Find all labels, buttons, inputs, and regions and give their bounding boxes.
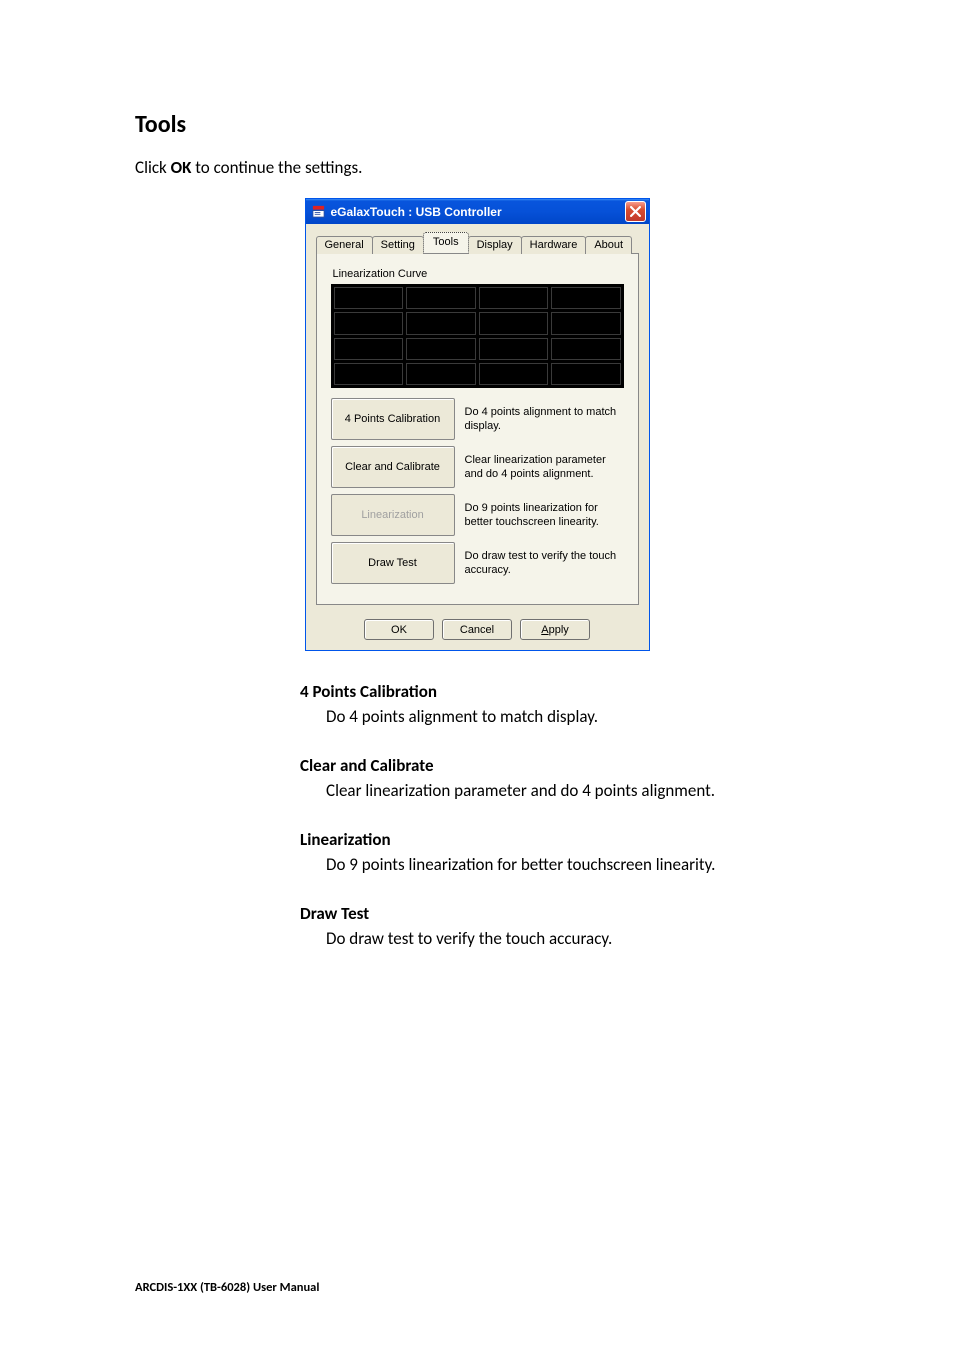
tab-setting[interactable]: Setting: [372, 236, 424, 254]
ok-button[interactable]: OK: [364, 619, 434, 640]
four-points-calibration-desc: Do 4 points alignment to match display.: [455, 398, 624, 440]
dialog-title: eGalaxTouch : USB Controller: [331, 205, 625, 219]
linearization-curve-label: Linearization Curve: [333, 268, 626, 280]
curve-cell: [406, 312, 476, 334]
linearization-curve-grid: [331, 284, 624, 388]
curve-cell: [551, 363, 621, 385]
tab-about[interactable]: About: [585, 236, 632, 254]
explain-title-4points: 4 Points Calibration: [300, 681, 819, 702]
curve-cell: [479, 312, 549, 334]
curve-cell: [551, 338, 621, 360]
tab-general[interactable]: General: [316, 236, 373, 254]
dialog-window: eGalaxTouch : USB Controller General Set…: [305, 198, 650, 651]
four-points-calibration-button[interactable]: 4 Points Calibration: [331, 398, 455, 440]
tab-display[interactable]: Display: [468, 236, 522, 254]
curve-cell: [479, 363, 549, 385]
curve-cell: [406, 338, 476, 360]
apply-rest: pply: [549, 624, 569, 636]
app-icon: [311, 204, 326, 219]
curve-cell: [406, 363, 476, 385]
curve-cell: [406, 287, 476, 309]
explain-desc-clear: Clear linearization parameter and do 4 p…: [326, 780, 819, 801]
draw-test-desc: Do draw test to verify the touch accurac…: [455, 542, 624, 584]
draw-test-button[interactable]: Draw Test: [331, 542, 455, 584]
clear-and-calibrate-button[interactable]: Clear and Calibrate: [331, 446, 455, 488]
apply-button[interactable]: Apply: [520, 619, 590, 640]
tab-tools[interactable]: Tools: [423, 232, 469, 253]
explain-desc-drawtest: Do draw test to verify the touch accurac…: [326, 928, 819, 949]
explain-title-clear: Clear and Calibrate: [300, 755, 819, 776]
section-heading: Tools: [135, 110, 819, 139]
intro-text-pre: Click: [135, 157, 171, 178]
intro-paragraph: Click OK to continue the settings.: [135, 157, 819, 178]
curve-cell: [334, 287, 404, 309]
clear-and-calibrate-desc: Clear linearization parameter and do 4 p…: [455, 446, 624, 488]
explain-desc-linearization: Do 9 points linearization for better tou…: [326, 854, 819, 875]
page-footer: ARCDIS-1XX (TB-6028) User Manual: [135, 1280, 319, 1295]
close-button[interactable]: [625, 201, 646, 222]
linearization-button: Linearization: [331, 494, 455, 536]
curve-cell: [334, 312, 404, 334]
intro-text-post: to continue the settings.: [191, 157, 362, 178]
explain-title-linearization: Linearization: [300, 829, 819, 850]
cancel-button[interactable]: Cancel: [442, 619, 512, 640]
linearization-desc: Do 9 points linearization for better tou…: [455, 494, 624, 536]
curve-cell: [334, 338, 404, 360]
curve-cell: [551, 312, 621, 334]
curve-cell: [479, 287, 549, 309]
curve-cell: [479, 338, 549, 360]
explain-desc-4points: Do 4 points alignment to match display.: [326, 706, 819, 727]
intro-ok-bold: OK: [171, 157, 192, 178]
explain-title-drawtest: Draw Test: [300, 903, 819, 924]
tab-hardware[interactable]: Hardware: [521, 236, 587, 254]
curve-cell: [551, 287, 621, 309]
dialog-titlebar[interactable]: eGalaxTouch : USB Controller: [306, 199, 649, 224]
curve-cell: [334, 363, 404, 385]
apply-mnemonic: A: [541, 624, 548, 636]
